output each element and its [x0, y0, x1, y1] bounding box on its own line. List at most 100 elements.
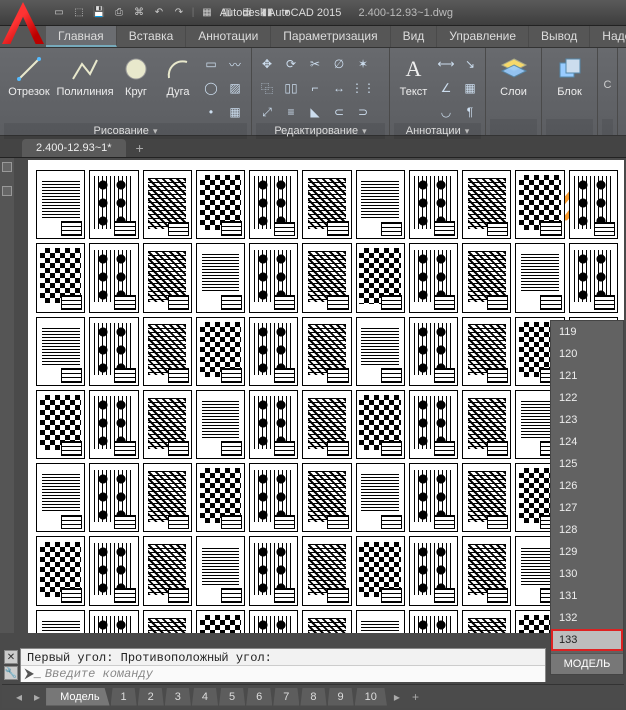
- rotate-icon[interactable]: ⟳: [280, 53, 302, 75]
- panel-annot-label[interactable]: Аннотации▾: [394, 123, 481, 139]
- tabs-more-icon[interactable]: ▸: [388, 690, 406, 704]
- mirror-icon[interactable]: ▯▯: [280, 77, 302, 99]
- drawing-sheet[interactable]: [249, 610, 298, 633]
- tab-output[interactable]: Вывод: [529, 26, 590, 47]
- layout-item[interactable]: 125: [551, 453, 623, 475]
- palette-toggle-2-icon[interactable]: [2, 186, 12, 196]
- drawing-sheet[interactable]: [143, 536, 192, 605]
- drawing-sheet[interactable]: [409, 243, 458, 312]
- layout-item[interactable]: 123: [551, 409, 623, 431]
- file-tab[interactable]: 2.400-12.93~1*: [22, 139, 126, 157]
- drawing-sheet[interactable]: [462, 317, 511, 386]
- point-icon[interactable]: •: [200, 101, 222, 123]
- drawing-sheet[interactable]: [36, 536, 85, 605]
- layout-tab[interactable]: 2: [138, 688, 164, 706]
- layout-item[interactable]: 122: [551, 387, 623, 409]
- dim-linear-icon[interactable]: ⟷: [435, 53, 457, 75]
- text-button[interactable]: A Текст: [394, 50, 433, 98]
- tab-manage[interactable]: Управление: [437, 26, 529, 47]
- drawing-sheet[interactable]: [36, 317, 85, 386]
- tab-annotate[interactable]: Аннотации: [186, 26, 271, 47]
- drawing-sheet[interactable]: [356, 390, 405, 459]
- qat-redo-icon[interactable]: ↷: [170, 4, 188, 22]
- drawing-sheet[interactable]: [249, 243, 298, 312]
- drawing-sheet[interactable]: [89, 317, 138, 386]
- drawing-sheet[interactable]: [356, 170, 405, 239]
- layout-tab[interactable]: 10: [355, 688, 387, 706]
- array-icon[interactable]: ⋮⋮: [352, 77, 374, 99]
- layout-tab[interactable]: 4: [192, 688, 218, 706]
- tab-addins[interactable]: Надстройки: [590, 26, 626, 47]
- tabs-scroll-left-icon[interactable]: ◂: [10, 690, 28, 704]
- layout-item[interactable]: 124: [551, 431, 623, 453]
- drawing-sheet[interactable]: [356, 536, 405, 605]
- join-icon[interactable]: ⊂: [328, 101, 350, 123]
- drawing-sheet[interactable]: [143, 170, 192, 239]
- tab-insert[interactable]: Вставка: [117, 26, 187, 47]
- drawing-sheet[interactable]: [409, 317, 458, 386]
- spline-icon[interactable]: 〰: [224, 53, 246, 75]
- drawing-sheet[interactable]: [462, 390, 511, 459]
- leader-icon[interactable]: ↘: [459, 53, 481, 75]
- tabs-scroll-right-icon[interactable]: ▸: [28, 690, 46, 704]
- drawing-sheet[interactable]: [89, 390, 138, 459]
- drawing-sheet[interactable]: [409, 463, 458, 532]
- rect-icon[interactable]: ▭: [200, 53, 222, 75]
- drawing-sheet[interactable]: [143, 390, 192, 459]
- move-icon[interactable]: ✥: [256, 53, 278, 75]
- tab-model[interactable]: Модель: [46, 688, 109, 706]
- drawing-sheet[interactable]: [89, 463, 138, 532]
- drawing-sheet[interactable]: [196, 610, 245, 633]
- copy-icon[interactable]: ⿻: [256, 77, 278, 99]
- scale-icon[interactable]: ⤢: [256, 101, 278, 123]
- tab-view[interactable]: Вид: [391, 26, 438, 47]
- drawing-sheet[interactable]: [462, 536, 511, 605]
- layout-tab[interactable]: 8: [300, 688, 326, 706]
- qat-wsswitch-icon[interactable]: ▦: [198, 4, 216, 22]
- layout-item[interactable]: 133: [551, 629, 623, 651]
- qat-plot-icon[interactable]: ⌘: [130, 4, 148, 22]
- drawing-sheet[interactable]: [36, 170, 85, 239]
- drawing-sheet[interactable]: [36, 610, 85, 633]
- drawing-sheet[interactable]: [143, 243, 192, 312]
- qat-saveas-icon[interactable]: ⎙: [110, 4, 128, 22]
- drawing-sheet[interactable]: [515, 243, 564, 312]
- explode-icon[interactable]: ✶: [352, 53, 374, 75]
- drawing-sheet[interactable]: [515, 170, 564, 239]
- table-icon[interactable]: ▦: [459, 77, 481, 99]
- qat-new-icon[interactable]: ▭: [50, 4, 68, 22]
- hatch-icon[interactable]: ▨: [224, 77, 246, 99]
- fillet-icon[interactable]: ⌐: [304, 77, 326, 99]
- command-input[interactable]: Введите команду: [45, 667, 153, 681]
- layout-tab[interactable]: 5: [219, 688, 245, 706]
- drawing-sheet[interactable]: [196, 536, 245, 605]
- break-icon[interactable]: ⊃: [352, 101, 374, 123]
- stretch-icon[interactable]: ↔: [328, 77, 350, 99]
- palette-toggle-1-icon[interactable]: [2, 162, 12, 172]
- layout-item[interactable]: 127: [551, 497, 623, 519]
- mtext-icon[interactable]: ¶: [459, 101, 481, 123]
- drawing-sheet[interactable]: [249, 536, 298, 605]
- cmd-settings-icon[interactable]: 🔧: [4, 666, 18, 680]
- dim-radius-icon[interactable]: ◡: [435, 101, 457, 123]
- trim-icon[interactable]: ✂: [304, 53, 326, 75]
- drawing-sheet[interactable]: [356, 610, 405, 633]
- drawing-sheet[interactable]: [302, 463, 351, 532]
- qat-open-icon[interactable]: ⬚: [70, 4, 88, 22]
- layout-item[interactable]: 120: [551, 343, 623, 365]
- dim-angular-icon[interactable]: ∠: [435, 77, 457, 99]
- drawing-sheet[interactable]: [302, 536, 351, 605]
- drawing-sheet[interactable]: [196, 317, 245, 386]
- new-tab-icon[interactable]: +: [130, 139, 150, 157]
- polyline-button[interactable]: Полилиния: [56, 50, 114, 98]
- drawing-sheet[interactable]: [249, 170, 298, 239]
- layout-item[interactable]: 119: [551, 321, 623, 343]
- drawing-sheet[interactable]: [36, 390, 85, 459]
- ellipse-icon[interactable]: ◯: [200, 77, 222, 99]
- chamfer-icon[interactable]: ◣: [304, 101, 326, 123]
- layout-tab[interactable]: 1: [111, 688, 137, 706]
- drawing-sheet[interactable]: [462, 610, 511, 633]
- drawing-sheet[interactable]: [462, 170, 511, 239]
- line-button[interactable]: Отрезок: [4, 50, 54, 98]
- drawing-sheet[interactable]: [302, 610, 351, 633]
